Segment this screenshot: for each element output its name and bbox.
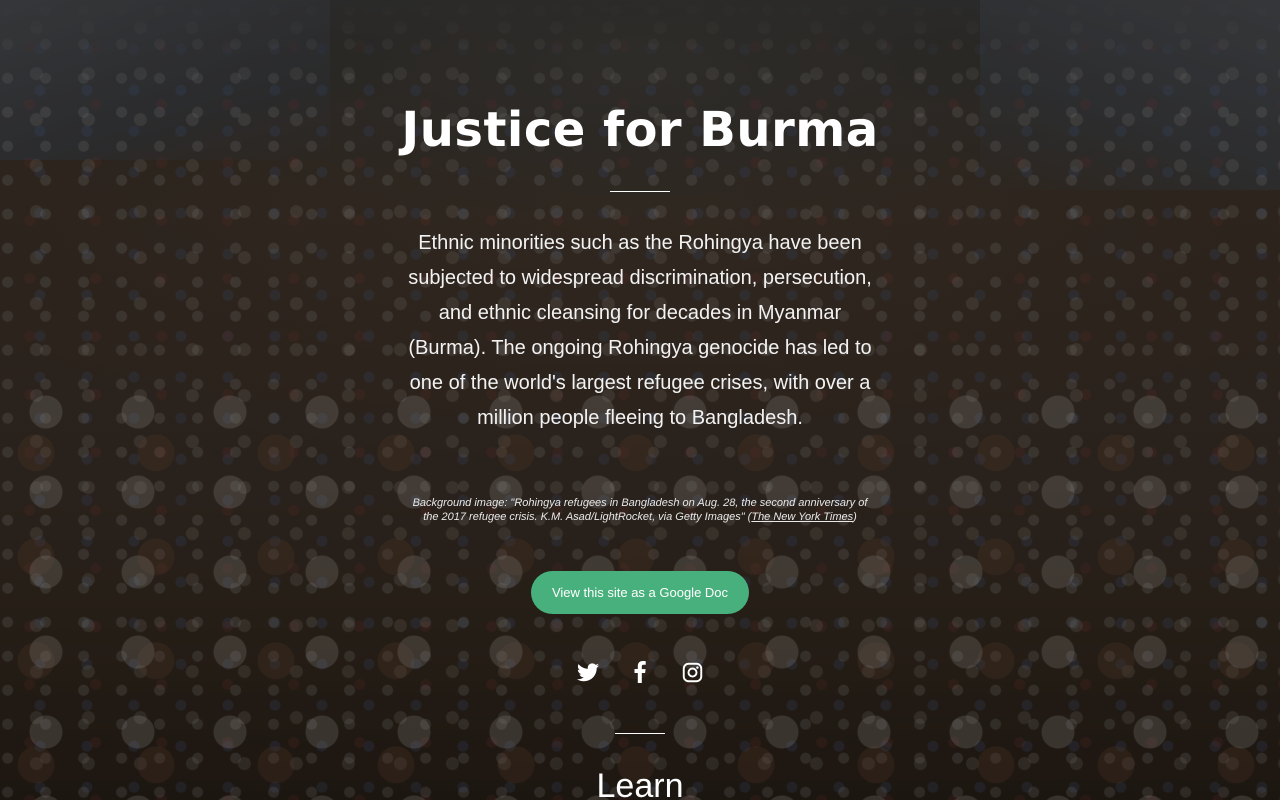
hero-section: Justice for Burma Ethnic minorities such… [0,0,1280,800]
background-image-caption: Background image: "Rohingya refugees in … [410,496,870,524]
twitter-link[interactable] [572,656,604,688]
page: Justice for Burma Ethnic minorities such… [0,0,1280,800]
caption-source-link[interactable]: The New York Times [751,511,853,523]
section-divider [615,733,665,734]
page-title: Justice for Burma [401,102,879,158]
instagram-icon [682,662,702,682]
caption-end: ) [853,511,857,523]
instagram-link[interactable] [676,656,708,688]
google-doc-button[interactable]: View this site as a Google Doc [531,571,749,614]
title-divider [610,191,670,192]
facebook-link[interactable] [624,656,656,688]
intro-paragraph: Ethnic minorities such as the Rohingya h… [408,232,872,429]
facebook-icon [634,661,646,683]
learn-heading: Learn [596,767,684,800]
twitter-icon [577,662,599,681]
social-links [560,656,720,688]
